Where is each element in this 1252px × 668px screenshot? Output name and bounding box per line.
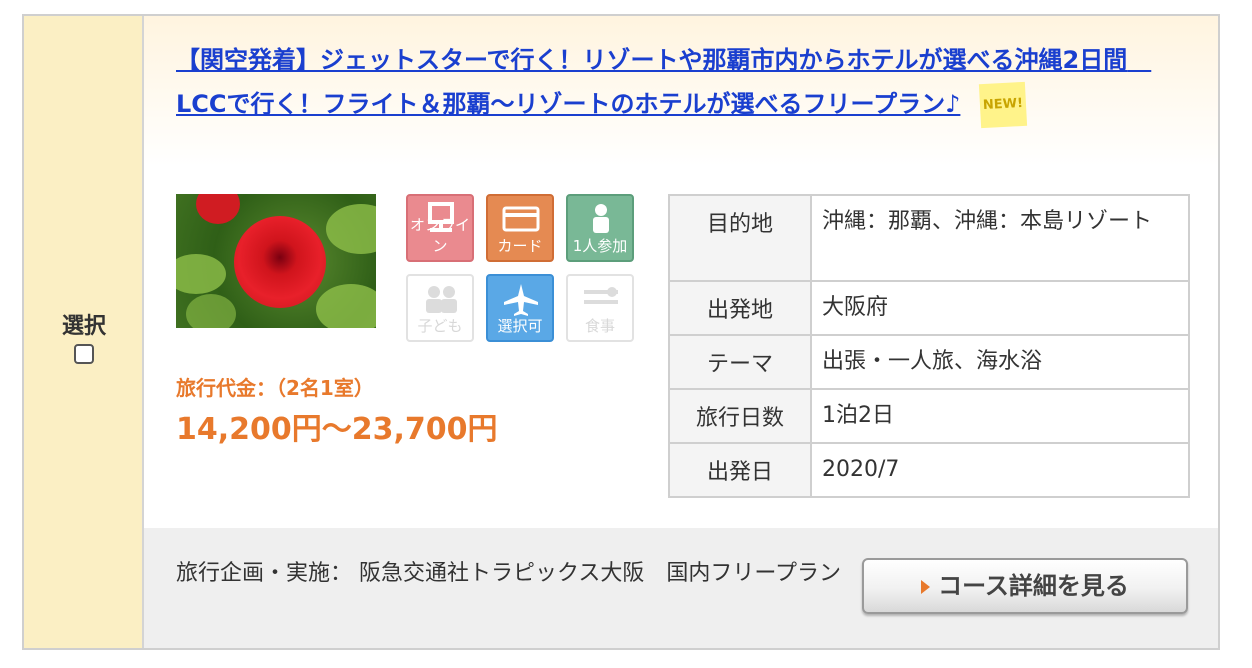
new-badge: NEW!	[979, 81, 1028, 129]
solo-icon: 1人参加	[566, 194, 634, 262]
organizer-text: 旅行企画・実施： 阪急交通社トラピックス大阪 国内フリープラン	[176, 561, 842, 586]
online-icon: オンライン	[406, 194, 474, 262]
info-key: 出発地	[668, 280, 812, 336]
card-icon: カード	[486, 194, 554, 262]
info-value: 2020/7	[810, 442, 1190, 498]
info-key: 旅行日数	[668, 388, 812, 444]
select-checkbox[interactable]	[74, 344, 94, 364]
flight-select-icon: 選択可	[486, 274, 554, 342]
course-detail-label[interactable]: コース詳細を見る	[938, 572, 1129, 600]
arrow-right-icon	[921, 580, 931, 594]
plan-footer: 旅行企画・実施： 阪急交通社トラピックス大阪 国内フリープラン コース詳細を見る	[144, 528, 1218, 648]
hibiscus-photo[interactable]	[176, 194, 376, 328]
info-key: テーマ	[668, 334, 812, 390]
info-value: 出張・一人旅、海水浴	[810, 334, 1190, 390]
plan-title-link[interactable]: 【関空発着】ジェットスターで行く！リゾートや那覇市内からホテルが選べる沖縄2日間…	[176, 38, 1151, 129]
info-key: 目的地	[668, 194, 812, 282]
info-value: 大阪府	[810, 280, 1190, 336]
select-column: 選択	[24, 16, 144, 648]
table-row: テーマ 出張・一人旅、海水浴	[668, 334, 1190, 390]
plan-card: 選択 【関空発着】ジェットスターで行く！リゾートや那覇市内からホテルが選べる沖縄…	[22, 14, 1220, 650]
price-value: 14,200円〜23,700円	[176, 412, 498, 447]
plan-main: 【関空発着】ジェットスターで行く！リゾートや那覇市内からホテルが選べる沖縄2日間…	[144, 16, 1218, 528]
plan-info-table: 目的地 沖縄：那覇、沖縄：本島リゾート 出発地 大阪府 テーマ 出張・一人旅、海…	[668, 194, 1190, 498]
info-value: 1泊2日	[810, 388, 1190, 444]
select-label: 選択	[61, 314, 106, 339]
table-row: 目的地 沖縄：那覇、沖縄：本島リゾート	[668, 194, 1190, 282]
table-row: 出発日 2020/7	[668, 442, 1190, 498]
info-value: 沖縄：那覇、沖縄：本島リゾート	[810, 194, 1190, 282]
children-icon: 子ども	[406, 274, 474, 342]
price-label: 旅行代金：（2名1室）	[176, 376, 374, 400]
meal-icon: 食事	[566, 274, 634, 342]
table-row: 旅行日数 1泊2日	[668, 388, 1190, 444]
info-key: 出発日	[668, 442, 812, 498]
course-detail-button[interactable]: コース詳細を見る	[862, 558, 1188, 614]
table-row: 出発地 大阪府	[668, 280, 1190, 336]
